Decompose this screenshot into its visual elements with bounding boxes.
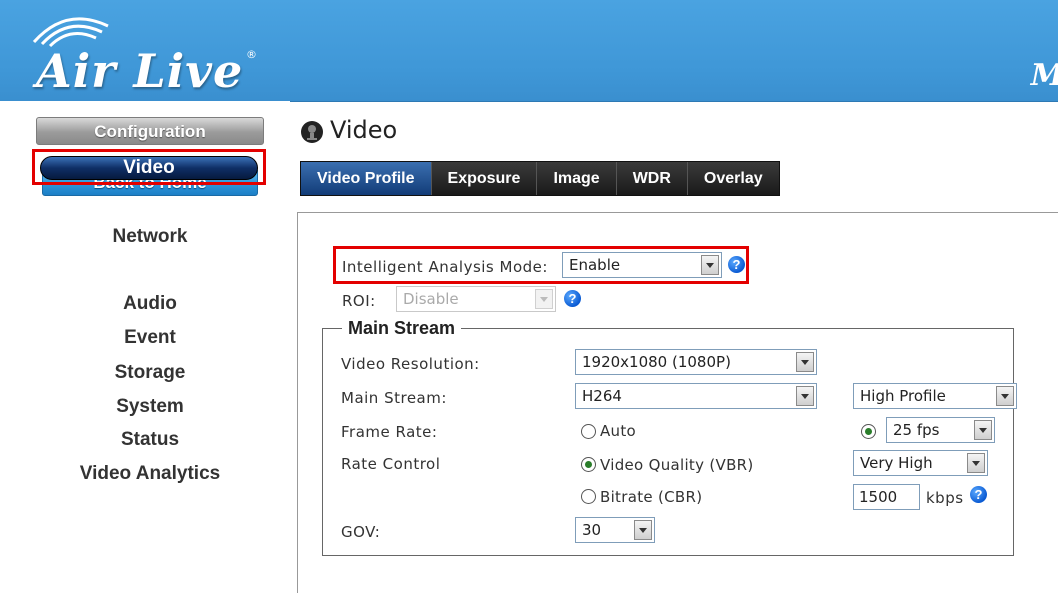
framerate-auto-label: Auto bbox=[600, 422, 637, 440]
roi-value: Disable bbox=[403, 290, 459, 308]
tab-wdr[interactable]: WDR bbox=[616, 162, 688, 195]
registered-mark: ® bbox=[246, 48, 257, 61]
gov-value: 30 bbox=[582, 521, 602, 539]
profile-select[interactable]: High Profile bbox=[853, 383, 1017, 409]
airlive-logo: Air Live ® bbox=[18, 8, 258, 98]
chevron-down-icon bbox=[634, 520, 652, 540]
resolution-value: 1920x1080 (1080P) bbox=[582, 353, 731, 371]
ia-mode-value: Enable bbox=[569, 256, 621, 274]
main-stream-legend: Main Stream bbox=[342, 318, 462, 339]
chevron-down-icon bbox=[701, 255, 719, 275]
camera-icon bbox=[301, 121, 323, 143]
codec-value: H264 bbox=[582, 387, 622, 405]
nav-event[interactable]: Event bbox=[0, 327, 300, 349]
quality-select[interactable]: Very High bbox=[853, 450, 988, 476]
wifi-arcs-icon bbox=[32, 17, 109, 48]
gov-label: GOV: bbox=[341, 523, 381, 541]
nav-status[interactable]: Status bbox=[0, 429, 300, 451]
help-icon[interactable]: ? bbox=[970, 486, 987, 503]
nav-system[interactable]: System bbox=[0, 396, 300, 418]
tab-bar: Video Profile Exposure Image WDR Overlay bbox=[300, 161, 780, 196]
cbr-radio[interactable] bbox=[581, 489, 596, 504]
quality-value: Very High bbox=[860, 454, 933, 472]
chevron-down-icon bbox=[535, 289, 553, 309]
resolution-select[interactable]: 1920x1080 (1080P) bbox=[575, 349, 817, 375]
chevron-down-icon bbox=[996, 386, 1014, 406]
header-banner: Air Live ® M bbox=[0, 0, 1058, 102]
bitrate-unit: kbps bbox=[926, 489, 964, 507]
framerate-auto-radio[interactable] bbox=[581, 424, 596, 439]
vbr-radio[interactable] bbox=[581, 457, 596, 472]
roi-select[interactable]: Disable bbox=[396, 286, 556, 312]
rate-control-label: Rate Control bbox=[341, 455, 441, 473]
vbr-label: Video Quality (VBR) bbox=[600, 456, 754, 474]
chevron-down-icon bbox=[974, 420, 992, 440]
nav-network[interactable]: Network bbox=[0, 226, 300, 248]
framerate-select[interactable]: 25 fps bbox=[886, 417, 995, 443]
ia-mode-label: Intelligent Analysis Mode: bbox=[342, 258, 548, 276]
nav-audio[interactable]: Audio bbox=[0, 293, 300, 315]
header-right-text: M bbox=[1031, 58, 1058, 93]
gov-select[interactable]: 30 bbox=[575, 517, 655, 543]
chevron-down-icon bbox=[796, 352, 814, 372]
nav-video[interactable]: Video bbox=[40, 157, 258, 179]
tab-image[interactable]: Image bbox=[537, 162, 617, 195]
profile-value: High Profile bbox=[860, 387, 946, 405]
nav-video-analytics[interactable]: Video Analytics bbox=[0, 463, 300, 485]
framerate-label: Frame Rate: bbox=[341, 423, 438, 441]
resolution-label: Video Resolution: bbox=[341, 355, 480, 373]
framerate-fixed-radio[interactable] bbox=[861, 424, 876, 439]
logo-text: Air Live bbox=[36, 44, 244, 98]
framerate-value: 25 fps bbox=[893, 421, 940, 439]
cbr-label: Bitrate (CBR) bbox=[600, 488, 703, 506]
configuration-button[interactable]: Configuration bbox=[36, 117, 264, 145]
help-icon[interactable]: ? bbox=[564, 290, 581, 307]
ia-mode-select[interactable]: Enable bbox=[562, 252, 722, 278]
chevron-down-icon bbox=[967, 453, 985, 473]
help-icon[interactable]: ? bbox=[728, 256, 745, 273]
tab-exposure[interactable]: Exposure bbox=[431, 162, 538, 195]
roi-label: ROI: bbox=[342, 292, 376, 310]
chevron-down-icon bbox=[796, 386, 814, 406]
codec-select[interactable]: H264 bbox=[575, 383, 817, 409]
nav-storage[interactable]: Storage bbox=[0, 362, 300, 384]
page-title: Video bbox=[330, 116, 398, 144]
stream-label: Main Stream: bbox=[341, 389, 447, 407]
tab-video-profile[interactable]: Video Profile bbox=[301, 162, 432, 195]
bitrate-input[interactable]: 1500 bbox=[853, 484, 920, 510]
tab-overlay[interactable]: Overlay bbox=[687, 162, 779, 195]
